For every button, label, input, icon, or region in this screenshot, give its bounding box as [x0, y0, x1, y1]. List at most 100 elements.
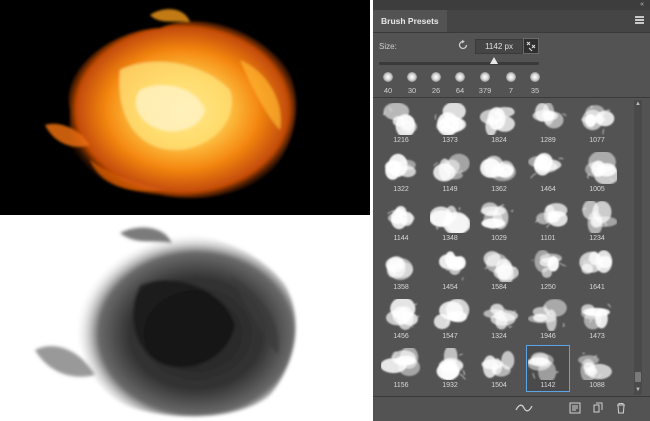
brush-thumbnail: [436, 348, 466, 380]
recent-brush-7[interactable]: 7: [500, 68, 522, 96]
brush-preset-1946[interactable]: 1946: [526, 296, 570, 343]
collapse-panel-button[interactable]: «: [640, 0, 644, 10]
brush-size-label: 1946: [540, 333, 556, 340]
brush-preset-1454[interactable]: 1454: [428, 247, 472, 294]
brush-preset-1077[interactable]: 1077: [575, 100, 619, 147]
recent-brush-size: 7: [508, 86, 514, 95]
scrollbar[interactable]: ▲ ▼: [634, 100, 642, 395]
fireball-image: [45, 9, 297, 199]
brush-preset-1358[interactable]: 1358: [379, 247, 423, 294]
new-brush-icon[interactable]: [592, 402, 604, 414]
brush-settings-icon[interactable]: [569, 402, 581, 414]
brush-preset-1029[interactable]: 1029: [477, 198, 521, 245]
size-label: Size:: [379, 42, 397, 51]
size-slider-handle[interactable]: [490, 57, 499, 64]
brush-presets-panel: « Brush Presets Size: 1142 px 40 30 26 64 37…: [373, 0, 650, 421]
create-new-preset-button[interactable]: [523, 38, 539, 54]
brush-size-label: 1144: [393, 235, 409, 242]
brush-preset-1932[interactable]: 1932: [428, 345, 472, 392]
brush-preset-1824[interactable]: 1824: [477, 100, 521, 147]
brush-tip-icon: [506, 72, 516, 82]
panel-menu-icon[interactable]: [635, 16, 644, 24]
brush-tip-icon: [407, 72, 417, 82]
brush-preset-1142[interactable]: 1142: [526, 345, 570, 392]
delete-brush-icon[interactable]: [615, 402, 627, 414]
tab-brush-presets[interactable]: Brush Presets: [373, 10, 447, 32]
brush-thumbnail: [578, 352, 612, 380]
brush-preset-1088[interactable]: 1088: [575, 345, 619, 392]
brush-preset-1324[interactable]: 1324: [477, 296, 521, 343]
brush-preset-1250[interactable]: 1250: [526, 247, 570, 294]
brush-size-label: 1584: [491, 284, 507, 291]
brush-preset-1504[interactable]: 1504: [477, 345, 521, 392]
separator: [373, 97, 650, 98]
brush-tip-icon: [526, 41, 536, 52]
brush-size-label: 1250: [540, 284, 556, 291]
smoke-image: [35, 227, 296, 417]
brush-size-label: 1932: [442, 382, 458, 389]
brush-size-label: 1456: [393, 333, 409, 340]
brush-preset-1144[interactable]: 1144: [379, 198, 423, 245]
brush-preset-1547[interactable]: 1547: [428, 296, 472, 343]
scroll-down-arrow[interactable]: ▼: [634, 386, 642, 394]
toggle-preview-icon[interactable]: [515, 402, 533, 414]
recent-brush-30[interactable]: 30: [401, 68, 423, 96]
brush-thumbnail: [528, 153, 564, 179]
recent-brush-40[interactable]: 40: [377, 68, 399, 96]
brush-size-label: 1473: [589, 333, 605, 340]
fire-brush-preview-grayscale: [0, 215, 370, 420]
brush-thumbnail: [483, 251, 519, 282]
brush-size-label: 1234: [589, 235, 605, 242]
brush-preset-1234[interactable]: 1234: [575, 198, 619, 245]
brush-size-label: 1077: [589, 137, 605, 144]
panel-titlebar: «: [373, 0, 650, 10]
recent-brush-size: 64: [455, 86, 465, 95]
brush-size-label: 1029: [491, 235, 507, 242]
size-input[interactable]: 1142 px: [475, 39, 523, 54]
brush-preset-1156[interactable]: 1156: [379, 345, 423, 392]
size-slider[interactable]: [379, 62, 539, 65]
brush-thumbnail: [483, 303, 518, 330]
brush-preset-1362[interactable]: 1362: [477, 149, 521, 196]
brush-thumbnail: [385, 256, 414, 280]
brush-size-label: 1464: [540, 186, 556, 193]
brush-preset-1101[interactable]: 1101: [526, 198, 570, 245]
recent-brush-379[interactable]: 379: [474, 68, 496, 96]
recent-brush-size: 35: [530, 86, 540, 95]
brush-preset-1473[interactable]: 1473: [575, 296, 619, 343]
brush-preset-1149[interactable]: 1149: [428, 149, 472, 196]
brush-size-label: 1362: [491, 186, 507, 193]
brush-preset-1289[interactable]: 1289: [526, 100, 570, 147]
recent-brushes-row: 40 30 26 64 379 7 35: [373, 68, 650, 96]
brush-size-label: 1348: [442, 235, 458, 242]
brush-preset-1373[interactable]: 1373: [428, 100, 472, 147]
brush-preset-1464[interactable]: 1464: [526, 149, 570, 196]
scroll-thumb[interactable]: [635, 372, 641, 382]
brush-thumbnail: [528, 299, 567, 331]
recent-brush-size: 30: [407, 86, 417, 95]
brush-size-label: 1005: [589, 186, 605, 193]
brush-preset-1456[interactable]: 1456: [379, 296, 423, 343]
recent-brush-64[interactable]: 64: [449, 68, 471, 96]
brush-preset-1005[interactable]: 1005: [575, 149, 619, 196]
panel-tab-row: Brush Presets: [373, 10, 650, 33]
brush-tip-icon: [455, 72, 465, 82]
scroll-up-arrow[interactable]: ▲: [634, 100, 642, 108]
brush-preset-1322[interactable]: 1322: [379, 149, 423, 196]
brush-preset-1641[interactable]: 1641: [575, 247, 619, 294]
brush-grid: 1216 1373 1824 1289 1077 1322 1149 1362 1464 1005…: [379, 100, 629, 395]
brush-preset-1584[interactable]: 1584: [477, 247, 521, 294]
brush-thumbnail: [387, 206, 415, 230]
recent-brush-35[interactable]: 35: [524, 68, 546, 96]
brush-thumbnail: [381, 348, 421, 376]
brush-thumbnail: [582, 201, 617, 233]
reset-size-icon[interactable]: [457, 39, 469, 51]
recent-brush-26[interactable]: 26: [425, 68, 447, 96]
brush-tip-icon: [530, 72, 540, 82]
brush-tip-icon: [383, 72, 393, 82]
brush-size-label: 1142: [540, 382, 556, 389]
brush-size-label: 1289: [540, 137, 556, 144]
brush-thumbnail: [433, 299, 470, 330]
brush-preset-1216[interactable]: 1216: [379, 100, 423, 147]
brush-preset-1348[interactable]: 1348: [428, 198, 472, 245]
